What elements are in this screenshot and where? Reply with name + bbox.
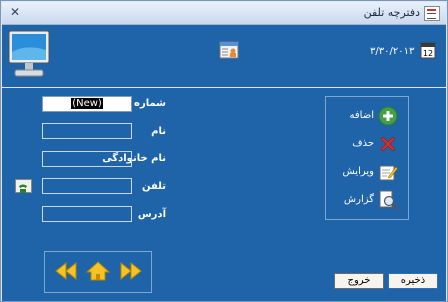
report-icon (379, 190, 398, 210)
home-icon[interactable] (85, 260, 111, 282)
add-button[interactable]: اضافه (326, 103, 408, 129)
delete-icon (380, 136, 396, 152)
address-field[interactable] (42, 206, 132, 222)
edit-icon (379, 165, 398, 181)
number-field[interactable]: (New) (42, 96, 132, 112)
field-label-phone: تلفن (141, 181, 166, 192)
contact-card-icon (219, 41, 239, 59)
title-bar: ✕ دفترچه تلفن (2, 2, 446, 25)
close-icon[interactable]: ✕ (7, 5, 23, 20)
add-icon (378, 106, 398, 126)
last-name-field[interactable] (42, 151, 132, 167)
phonebook-window: ✕ دفترچه تلفن ۳/۳۰/۲۰۱۳ 12 شماره (New) ن… (0, 0, 448, 302)
add-label: اضافه (349, 110, 374, 121)
phone-field[interactable] (42, 178, 132, 194)
date-display: ۳/۳۰/۲۰۱۳ (370, 46, 415, 57)
phone-dial-button[interactable] (15, 179, 32, 193)
report-button[interactable]: گزارش (326, 187, 408, 213)
field-label-number: شماره (134, 98, 166, 109)
delete-label: حذف (352, 138, 374, 149)
save-button[interactable]: ذخیره (388, 273, 438, 289)
header-panel: ۳/۳۰/۲۰۱۳ 12 (2, 25, 446, 87)
window-title: دفترچه تلفن (363, 6, 420, 19)
main-panel: شماره (New) نام نام خانوادگی تلفن آدرس ا… (2, 88, 446, 301)
delete-button[interactable]: حذف (326, 131, 408, 157)
svg-text:12: 12 (423, 49, 433, 58)
first-name-field[interactable] (42, 123, 132, 139)
edit-button[interactable]: ویرایش (326, 159, 408, 185)
action-panel: اضافه حذف ویرایش گزارش (325, 96, 409, 220)
navigation-panel (44, 251, 152, 293)
form-icon (424, 6, 440, 21)
monitor-icon (8, 30, 50, 77)
field-label-address: آدرس (137, 209, 166, 220)
calendar-icon: 12 (420, 42, 436, 59)
number-value: (New) (71, 98, 103, 109)
exit-button[interactable]: خروج (334, 273, 384, 289)
next-record-icon[interactable] (118, 260, 144, 282)
edit-label: ویرایش (342, 166, 374, 177)
previous-record-icon[interactable] (53, 260, 79, 282)
field-label-first-name: نام (151, 126, 166, 137)
phone-icon (19, 184, 27, 193)
report-label: گزارش (343, 194, 374, 205)
